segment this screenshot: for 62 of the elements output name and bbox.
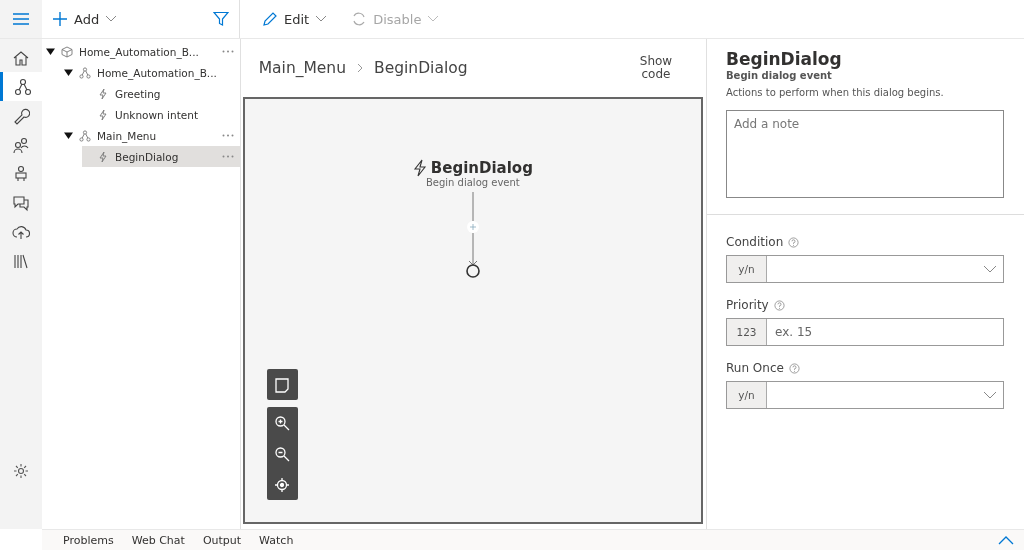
nodes-icon	[79, 66, 91, 79]
target-icon	[274, 476, 291, 493]
tree-item[interactable]: Home_Automation_B...	[64, 62, 240, 83]
number-field[interactable]: 123 ex. 15	[726, 318, 1004, 346]
dialogs-icon[interactable]	[0, 72, 42, 101]
panel-subtitle: Begin dialog event	[726, 70, 833, 81]
add-button[interactable]: Add	[50, 7, 120, 31]
nodes-icon	[79, 129, 91, 142]
plus-icon	[52, 11, 68, 27]
dropdown-field[interactable]: y/n	[726, 255, 1004, 283]
dropdown-field[interactable]: y/n	[726, 381, 1004, 409]
chevron-down-icon	[983, 391, 997, 399]
zoom-in-icon	[274, 414, 291, 431]
expand-icon[interactable]	[998, 535, 1014, 545]
show-code-button[interactable]: Show code	[636, 55, 676, 81]
tree-item[interactable]: BeginDialog	[82, 146, 240, 167]
more-icon[interactable]	[221, 155, 234, 158]
minimap-button[interactable]	[266, 369, 298, 400]
panel-tab[interactable]: Watch	[259, 533, 294, 547]
caret-icon	[315, 15, 328, 23]
menu-icon[interactable]	[13, 13, 29, 25]
chevron-icon	[356, 63, 364, 73]
caret-icon	[105, 15, 118, 23]
edit-button[interactable]: Edit	[260, 7, 330, 31]
lightning-icon	[412, 159, 427, 177]
collapse-triangle-icon[interactable]	[64, 68, 73, 77]
field-prefix: 123	[727, 319, 767, 345]
breadcrumb-item[interactable]: Main_Menu	[258, 59, 346, 77]
field-prefix: y/n	[727, 382, 767, 408]
field-label: Condition	[726, 235, 784, 249]
tree-item[interactable]: Main_Menu	[64, 125, 240, 146]
caret-icon	[427, 15, 440, 23]
collapse-triangle-icon[interactable]	[64, 131, 73, 140]
node-title: BeginDialog	[430, 159, 533, 177]
breadcrumb-item[interactable]: BeginDialog	[374, 59, 468, 77]
tree-item[interactable]: Greeting	[82, 83, 240, 104]
note-icon	[274, 376, 291, 393]
field-placeholder: ex. 15	[774, 325, 813, 339]
settings-icon[interactable]	[13, 463, 29, 479]
panel-tab[interactable]: Problems	[63, 533, 114, 547]
lightning-icon	[97, 108, 109, 121]
note-field[interactable]: Add a note	[726, 110, 1004, 198]
field-label: Run Once	[726, 361, 784, 375]
more-icon[interactable]	[221, 50, 234, 53]
more-icon[interactable]	[221, 134, 234, 137]
filter-icon[interactable]	[213, 11, 229, 27]
field-label: Priority	[726, 298, 769, 312]
tree-item[interactable]: Home_Automation_B...	[46, 41, 240, 62]
pencil-icon	[262, 11, 278, 27]
field-prefix: y/n	[727, 256, 767, 282]
chevron-down-icon	[983, 265, 997, 273]
cube-icon	[61, 45, 73, 58]
panel-description: Actions to perform when this dialog begins.	[726, 87, 945, 98]
lightning-icon	[97, 87, 109, 100]
panel-tab[interactable]: Output	[202, 533, 242, 547]
node-subtitle: Begin dialog event	[425, 177, 520, 188]
tree-item[interactable]: Unknown intent	[82, 104, 240, 125]
panel-title: BeginDialog	[726, 49, 843, 69]
panel-tab[interactable]: Web Chat	[131, 533, 185, 547]
collapse-triangle-icon[interactable]	[46, 47, 55, 56]
zoom-out-icon	[274, 445, 291, 462]
lightning-icon	[97, 150, 109, 163]
